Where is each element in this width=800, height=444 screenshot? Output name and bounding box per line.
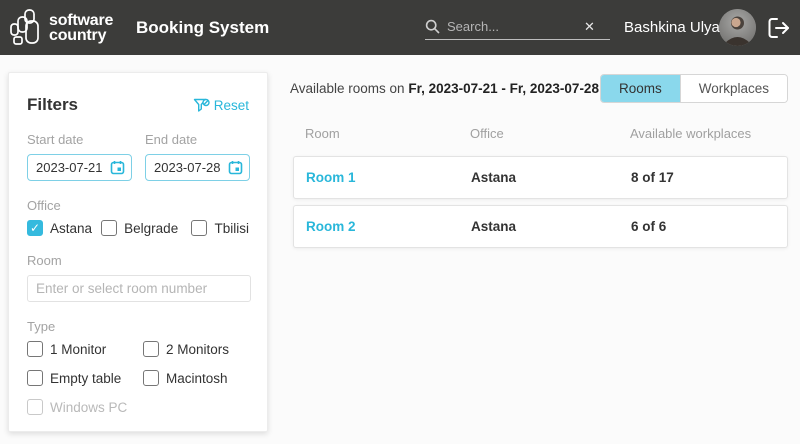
logo: software country	[8, 8, 113, 48]
rooms-table: Room Office Available workplaces Room 1 …	[293, 126, 788, 254]
filters-panel: Filters Reset Start date 2023-07-21	[8, 72, 268, 432]
search-box[interactable]: ✕	[425, 14, 610, 40]
page-title: Booking System	[136, 0, 269, 55]
checkbox-tbilisi[interactable]: ✓ Tbilisi	[191, 220, 249, 236]
filters-title: Filters	[27, 95, 78, 115]
search-clear-icon[interactable]: ✕	[584, 19, 595, 35]
table-row[interactable]: Room 1 Astana 8 of 17	[293, 156, 788, 199]
checkbox-icon[interactable]: ✓	[143, 370, 159, 386]
checkbox-icon[interactable]: ✓	[101, 220, 117, 236]
column-header-office: Office	[470, 126, 630, 141]
reset-filters-button[interactable]: Reset	[193, 98, 249, 113]
table-header-row: Room Office Available workplaces	[293, 126, 788, 141]
column-header-room: Room	[305, 126, 470, 141]
start-date-input[interactable]: 2023-07-21	[27, 154, 132, 181]
checkbox-icon[interactable]: ✓	[27, 220, 43, 236]
checkbox-icon[interactable]: ✓	[27, 370, 43, 386]
office-cell: Astana	[471, 219, 631, 234]
checkbox-icon[interactable]: ✓	[27, 341, 43, 357]
date-range: Fr, 2023-07-21 - Fr, 2023-07-28	[408, 81, 599, 96]
room-link[interactable]: Room 1	[306, 170, 471, 185]
view-toggle: Rooms Workplaces	[600, 74, 788, 103]
column-header-available: Available workplaces	[630, 126, 788, 141]
reset-label: Reset	[214, 98, 249, 113]
app-header: software country Booking System ✕ Bashki…	[0, 0, 800, 55]
available-cell: 8 of 17	[631, 170, 787, 185]
checkbox-macintosh[interactable]: ✓ Macintosh	[143, 370, 249, 386]
checkbox-belgrade[interactable]: ✓ Belgrade	[101, 220, 191, 236]
checkbox-1-monitor[interactable]: ✓ 1 Monitor	[27, 341, 143, 357]
table-row[interactable]: Room 2 Astana 6 of 6	[293, 205, 788, 248]
tab-rooms[interactable]: Rooms	[601, 75, 680, 102]
search-input[interactable]	[447, 19, 582, 34]
checkbox-icon[interactable]: ✓	[191, 220, 207, 236]
available-rooms-subtitle: Available rooms on Fr, 2023-07-21 - Fr, …	[290, 81, 599, 96]
room-input[interactable]	[27, 275, 251, 302]
checkbox-2-monitors[interactable]: ✓ 2 Monitors	[143, 341, 249, 357]
avatar[interactable]	[719, 9, 756, 46]
logo-text: software country	[49, 13, 113, 43]
checkbox-icon[interactable]: ✓	[143, 341, 159, 357]
type-label: Type	[27, 319, 249, 334]
calendar-icon[interactable]	[110, 160, 125, 175]
available-cell: 6 of 6	[631, 219, 787, 234]
end-date-label: End date	[145, 132, 250, 147]
checkbox-empty-table[interactable]: ✓ Empty table	[27, 370, 143, 386]
tab-workplaces[interactable]: Workplaces	[680, 75, 787, 102]
calendar-icon[interactable]	[228, 160, 243, 175]
room-label: Room	[27, 253, 249, 268]
software-country-logo-icon	[8, 8, 46, 48]
office-label: Office	[27, 198, 249, 213]
end-date-input[interactable]: 2023-07-28	[145, 154, 250, 181]
checkbox-icon: ✓	[27, 399, 43, 415]
checkbox-windows-pc: ✓ Windows PC	[27, 399, 143, 415]
logout-icon[interactable]	[766, 16, 792, 40]
room-link[interactable]: Room 2	[306, 219, 471, 234]
office-cell: Astana	[471, 170, 631, 185]
search-icon	[425, 19, 440, 34]
filter-reset-icon	[193, 98, 210, 113]
checkbox-astana[interactable]: ✓ Astana	[27, 220, 101, 236]
start-date-label: Start date	[27, 132, 132, 147]
